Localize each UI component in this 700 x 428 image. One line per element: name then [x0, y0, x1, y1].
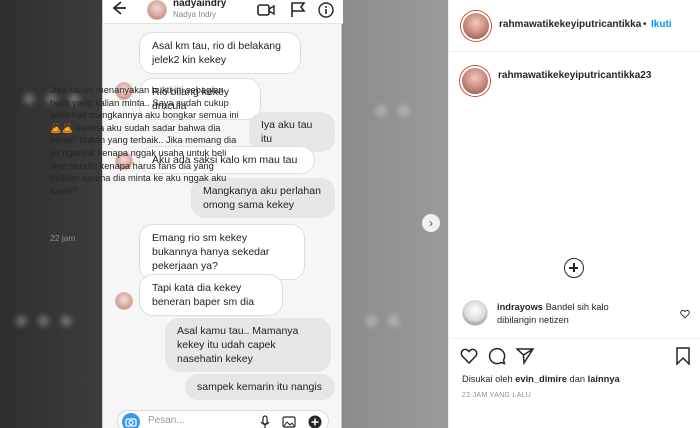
chat-screenshot: nadyaindry Nadya Indry Asal km tau, rio …: [102, 0, 343, 428]
separator-dot: •: [643, 19, 647, 30]
chat-header: nadyaindry Nadya Indry: [103, 0, 343, 24]
comment-icon[interactable]: [488, 347, 506, 365]
post-actions: [448, 338, 700, 368]
mic-icon[interactable]: [258, 415, 272, 428]
likes-summary: Disukai oleh evin_dimire dan lainnya: [462, 374, 620, 384]
chat-subname: Nadya Indry: [173, 10, 217, 19]
post-caption: Jika kalian menanyakan bukti ini sebagia…: [50, 85, 239, 196]
avatar[interactable]: [460, 66, 490, 96]
blurred-text: •••: [10, 300, 78, 344]
chat-name: nadyaindry: [173, 0, 227, 9]
comment: indrayows Bandel sih kalo dibilangin net…: [497, 301, 647, 327]
caption-time: 22 jam: [50, 233, 76, 243]
back-arrow-icon: [109, 0, 129, 18]
message-bubble: sampek kemarin itu nangis: [185, 374, 335, 400]
avatar: [115, 292, 133, 310]
post-header: rahmawatikekeyiputricantikka • Ikuti: [449, 0, 700, 52]
load-more-comments-icon[interactable]: [564, 258, 584, 278]
message-bubble: Emang rio sm kekey bukannya hanya sekeda…: [139, 224, 305, 280]
follow-button[interactable]: Ikuti: [651, 19, 672, 30]
likes-user[interactable]: evin_dimire: [515, 374, 567, 384]
blurred-text: ••: [370, 90, 415, 134]
video-icon: [257, 2, 275, 18]
likes-middle: dan: [569, 374, 586, 384]
avatar[interactable]: [462, 300, 488, 326]
likes-others[interactable]: lainnya: [588, 374, 620, 384]
comment-username[interactable]: indrayows: [497, 302, 543, 312]
message-bubble: Asal km tau, rio di belakang jelek2 kin …: [139, 32, 301, 74]
post-timestamp: 22 JAM YANG LALU: [462, 392, 532, 399]
post-username[interactable]: rahmawatikekeyiputricantikka: [499, 19, 641, 30]
likes-prefix: Disukai oleh: [462, 374, 513, 384]
bookmark-icon[interactable]: [674, 347, 692, 366]
share-icon[interactable]: [515, 347, 535, 366]
avatar: [147, 0, 167, 20]
message-input[interactable]: Pesan...: [148, 415, 185, 426]
compose-bar[interactable]: Pesan...: [117, 410, 329, 428]
next-arrow-icon[interactable]: ›: [422, 214, 440, 232]
caption-username[interactable]: rahmawatikekeyiputricantikka23: [498, 70, 651, 81]
flag-icon: [289, 2, 307, 18]
blurred-text: ••: [360, 300, 405, 344]
message-bubble: Tapi kata dia kekey beneran baper sm dia: [139, 274, 283, 316]
instagram-post-view: ••• •• ••• •• nadyaindry Nadya Indry Asa…: [0, 0, 700, 428]
avatar[interactable]: [461, 11, 491, 41]
heart-icon[interactable]: [680, 306, 690, 319]
camera-icon[interactable]: [122, 413, 140, 428]
heart-icon[interactable]: [460, 347, 478, 365]
post-media: ••• •• ••• •• nadyaindry Nadya Indry Asa…: [0, 0, 448, 428]
gallery-icon[interactable]: [282, 415, 296, 428]
info-icon: [317, 2, 335, 18]
plus-circle-icon[interactable]: [308, 415, 322, 428]
message-bubble: Asal kamu tau.. Mamanya kekey itu udah c…: [165, 318, 331, 372]
